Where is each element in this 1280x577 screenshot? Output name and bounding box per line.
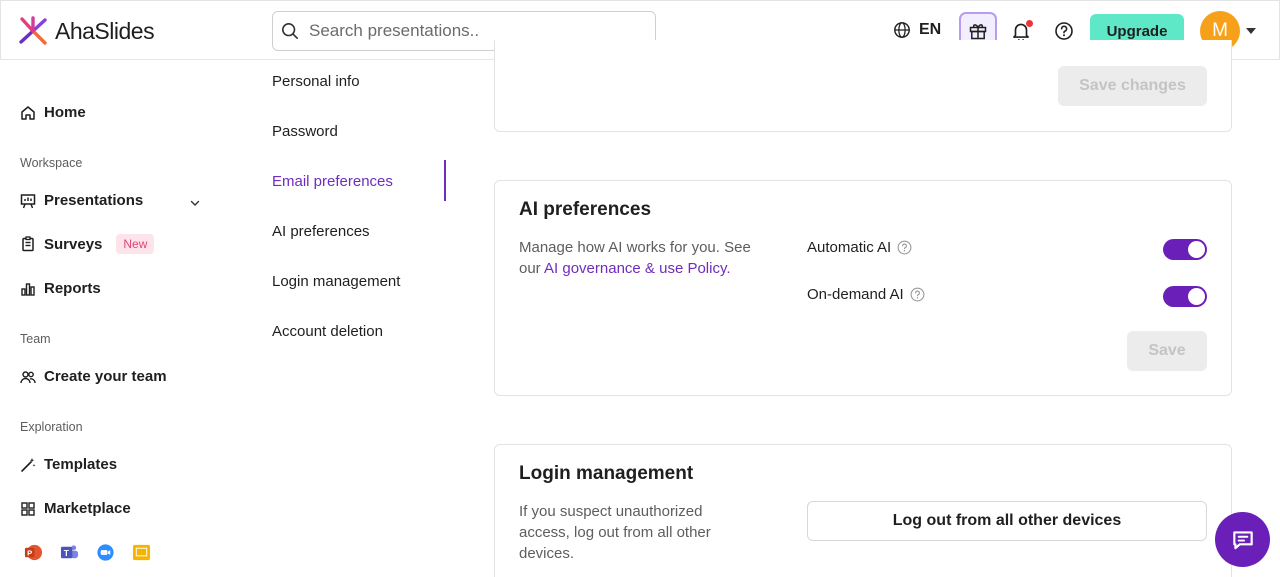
sidebar-item-presentations[interactable]: Presentations xyxy=(20,192,143,209)
ai-governance-policy-link[interactable]: AI governance & use Policy. xyxy=(544,260,731,277)
login-management-card: Login management If you suspect unauthor… xyxy=(494,444,1232,577)
sidebar-item-templates[interactable]: Templates xyxy=(20,456,117,473)
language-code: EN xyxy=(919,21,942,38)
sidebar-item-reports[interactable]: Reports xyxy=(20,280,101,297)
settings-nav-password[interactable]: Password xyxy=(272,123,338,140)
sidebar-item-label: Reports xyxy=(44,280,101,297)
active-nav-indicator xyxy=(444,160,446,201)
sidebar-item-label: Home xyxy=(44,104,86,121)
automatic-ai-text: Automatic AI xyxy=(807,239,892,256)
section-label-exploration: Exploration xyxy=(20,420,83,434)
zoom-icon[interactable] xyxy=(96,543,115,562)
logout-all-devices-button[interactable]: Log out from all other devices xyxy=(807,501,1207,541)
sidebar: Home Workspace Presentations Surveys New xyxy=(0,60,230,577)
automatic-ai-toggle[interactable] xyxy=(1163,239,1207,260)
save-changes-button[interactable]: Save changes xyxy=(1058,66,1207,106)
login-management-description: If you suspect unauthorized access, log … xyxy=(519,503,711,562)
question-circle-icon[interactable] xyxy=(910,287,925,302)
presentation-icon xyxy=(20,193,36,208)
question-circle-icon[interactable] xyxy=(897,240,912,255)
sidebar-item-create-team[interactable]: Create your team xyxy=(20,368,167,385)
on-demand-ai-text: On-demand AI xyxy=(807,286,904,303)
magic-wand-icon xyxy=(21,457,36,472)
globe-icon xyxy=(894,22,910,38)
settings-nav-login-management[interactable]: Login management xyxy=(272,273,400,290)
help-icon[interactable] xyxy=(1054,21,1074,41)
caret-down-icon[interactable] xyxy=(1246,28,1256,34)
sidebar-item-label: Marketplace xyxy=(44,500,131,517)
chevron-down-icon[interactable] xyxy=(189,197,201,209)
clipboard-icon xyxy=(22,236,34,252)
svg-text:P: P xyxy=(27,549,32,558)
notification-dot xyxy=(1026,20,1033,27)
users-icon xyxy=(20,370,36,383)
ai-preferences-card: AI preferences Manage how AI works for y… xyxy=(494,180,1232,396)
sidebar-item-label: Create your team xyxy=(44,368,167,385)
section-label-workspace: Workspace xyxy=(20,156,83,170)
search-input[interactable] xyxy=(309,21,639,41)
gift-icon xyxy=(969,24,987,40)
settings-nav-ai-preferences[interactable]: AI preferences xyxy=(272,223,370,240)
ahaslides-logo-icon xyxy=(19,16,47,45)
teams-icon[interactable]: T xyxy=(60,543,79,562)
chat-icon xyxy=(1232,530,1253,549)
ai-preferences-description: Manage how AI works for you. See our AI … xyxy=(519,237,769,279)
google-slides-icon[interactable] xyxy=(132,543,151,562)
search-icon xyxy=(281,22,299,40)
sidebar-item-surveys[interactable]: Surveys New xyxy=(20,234,155,254)
save-button[interactable]: Save xyxy=(1127,331,1207,371)
language-selector[interactable]: EN xyxy=(893,21,941,39)
chat-support-button[interactable] xyxy=(1215,512,1270,567)
sidebar-item-home[interactable]: Home xyxy=(20,104,86,121)
sidebar-item-label: Presentations xyxy=(44,192,144,209)
sidebar-item-marketplace[interactable]: Marketplace xyxy=(20,500,131,517)
sidebar-item-label: Templates xyxy=(44,456,118,473)
svg-text:T: T xyxy=(64,548,70,558)
settings-nav-account-deletion[interactable]: Account deletion xyxy=(272,323,383,340)
bar-chart-icon xyxy=(21,282,35,296)
on-demand-ai-toggle[interactable] xyxy=(1163,286,1207,307)
email-preferences-card: Save changes xyxy=(494,40,1232,132)
new-badge: New xyxy=(116,234,155,254)
brand-logo[interactable]: AhaSlides xyxy=(17,15,155,47)
brand-name: AhaSlides xyxy=(55,17,155,44)
automatic-ai-label: Automatic AI xyxy=(807,239,912,256)
settings-nav-personal-info[interactable]: Personal info xyxy=(272,73,360,90)
login-management-title: Login management xyxy=(519,463,694,484)
sidebar-item-label: Surveys xyxy=(44,235,103,253)
integrations-row: P T xyxy=(24,543,151,562)
powerpoint-icon[interactable]: P xyxy=(24,543,43,562)
section-label-team: Team xyxy=(20,332,51,346)
settings-nav-email-preferences[interactable]: Email preferences xyxy=(272,173,393,190)
home-icon xyxy=(21,105,35,120)
on-demand-ai-label: On-demand AI xyxy=(807,286,925,303)
ai-preferences-title: AI preferences xyxy=(519,199,652,220)
grid-icon xyxy=(21,501,35,516)
